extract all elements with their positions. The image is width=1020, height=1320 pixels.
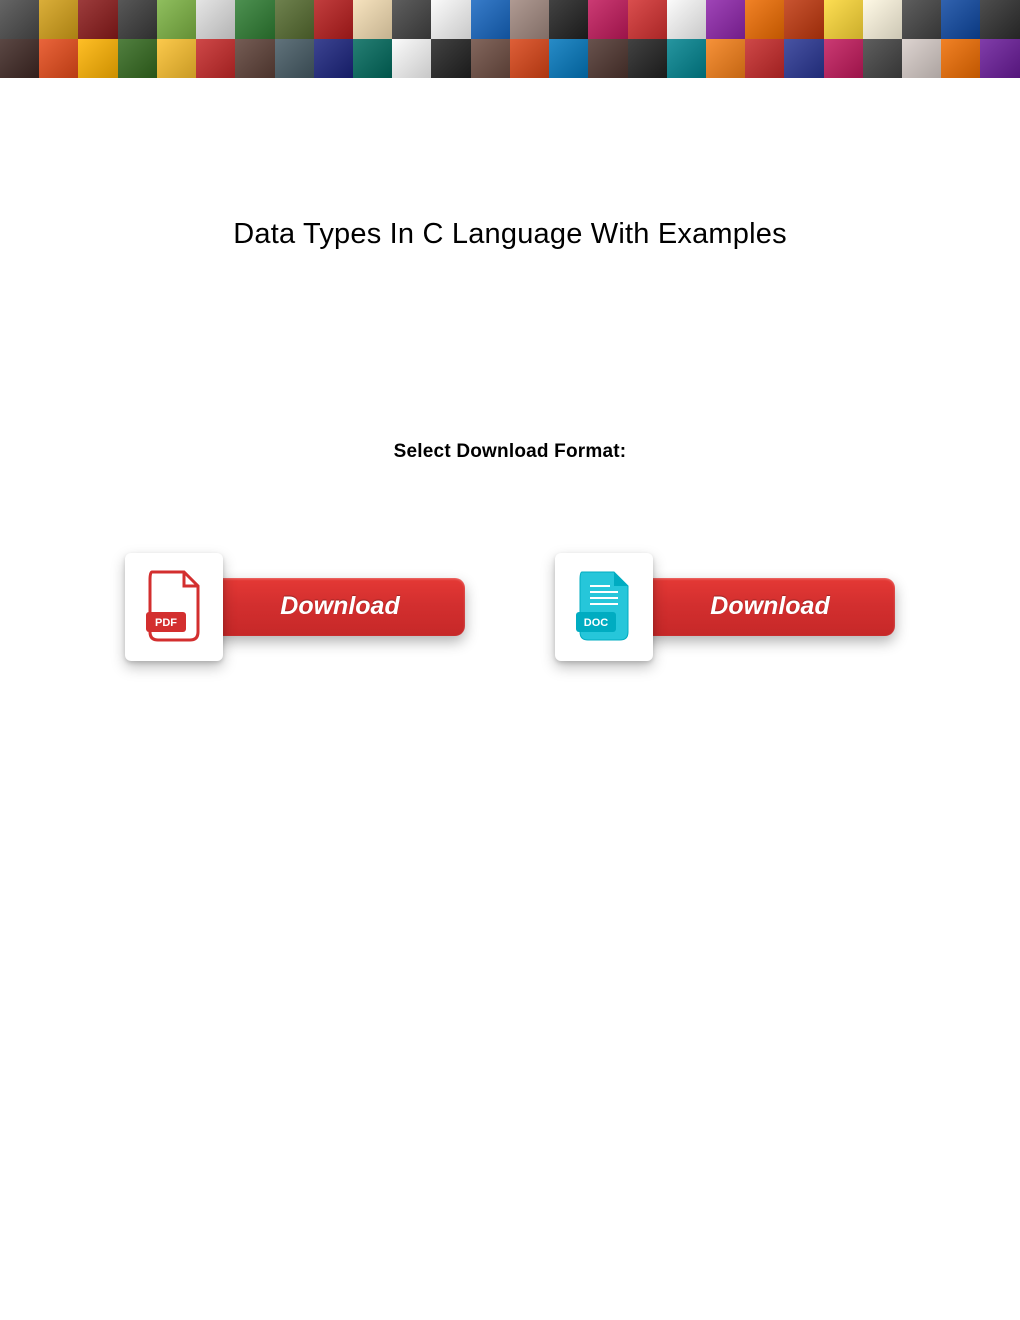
banner-tile xyxy=(902,39,941,78)
download-options-row: PDF Download DOC Download xyxy=(0,553,1020,661)
banner-tile xyxy=(157,0,196,39)
banner-tile xyxy=(157,39,196,78)
banner-tile xyxy=(235,39,274,78)
banner-tile xyxy=(745,0,784,39)
banner-tile xyxy=(941,39,980,78)
svg-text:DOC: DOC xyxy=(584,617,609,629)
banner-tile xyxy=(471,0,510,39)
banner-tile xyxy=(0,0,39,39)
banner-tile xyxy=(314,39,353,78)
banner-tile xyxy=(549,0,588,39)
download-option-doc: DOC Download xyxy=(555,553,895,661)
banner-tile xyxy=(0,39,39,78)
page-title: Data Types In C Language With Examples xyxy=(0,218,1020,251)
download-doc-button[interactable]: Download xyxy=(635,578,895,636)
banner-tile xyxy=(471,39,510,78)
banner-tile xyxy=(824,0,863,39)
banner-tile xyxy=(314,0,353,39)
banner-tile xyxy=(196,39,235,78)
banner-tile xyxy=(745,39,784,78)
select-format-heading: Select Download Format: xyxy=(0,441,1020,463)
banner-tile xyxy=(510,39,549,78)
banner-tile xyxy=(353,39,392,78)
banner-tile xyxy=(941,0,980,39)
banner-tile xyxy=(118,0,157,39)
banner-tile xyxy=(824,39,863,78)
banner-tile xyxy=(784,39,823,78)
banner-tile xyxy=(39,0,78,39)
download-option-pdf: PDF Download xyxy=(125,553,465,661)
banner-tile xyxy=(863,39,902,78)
banner-tile xyxy=(39,39,78,78)
banner-tile xyxy=(196,0,235,39)
banner-tile xyxy=(784,0,823,39)
banner-tile xyxy=(78,39,117,78)
banner-tile xyxy=(78,0,117,39)
banner-tile xyxy=(431,0,470,39)
header-banner xyxy=(0,0,1020,78)
banner-tile xyxy=(667,0,706,39)
banner-tile xyxy=(588,39,627,78)
banner-tile xyxy=(628,39,667,78)
banner-tile xyxy=(706,0,745,39)
banner-tile xyxy=(392,0,431,39)
banner-tile xyxy=(275,0,314,39)
banner-tile xyxy=(510,0,549,39)
banner-tile xyxy=(902,0,941,39)
svg-text:PDF: PDF xyxy=(155,617,177,629)
banner-tile xyxy=(118,39,157,78)
banner-tile xyxy=(392,39,431,78)
banner-tile xyxy=(549,39,588,78)
doc-file-icon: DOC xyxy=(555,553,653,661)
banner-tile xyxy=(353,0,392,39)
banner-tile xyxy=(706,39,745,78)
pdf-file-icon: PDF xyxy=(125,553,223,661)
banner-tile xyxy=(235,0,274,39)
banner-tile xyxy=(980,39,1019,78)
banner-tile xyxy=(275,39,314,78)
banner-tile xyxy=(628,0,667,39)
banner-tile xyxy=(431,39,470,78)
banner-tile xyxy=(588,0,627,39)
banner-tile xyxy=(980,0,1019,39)
banner-tile xyxy=(667,39,706,78)
download-pdf-button[interactable]: Download xyxy=(205,578,465,636)
banner-tile xyxy=(863,0,902,39)
